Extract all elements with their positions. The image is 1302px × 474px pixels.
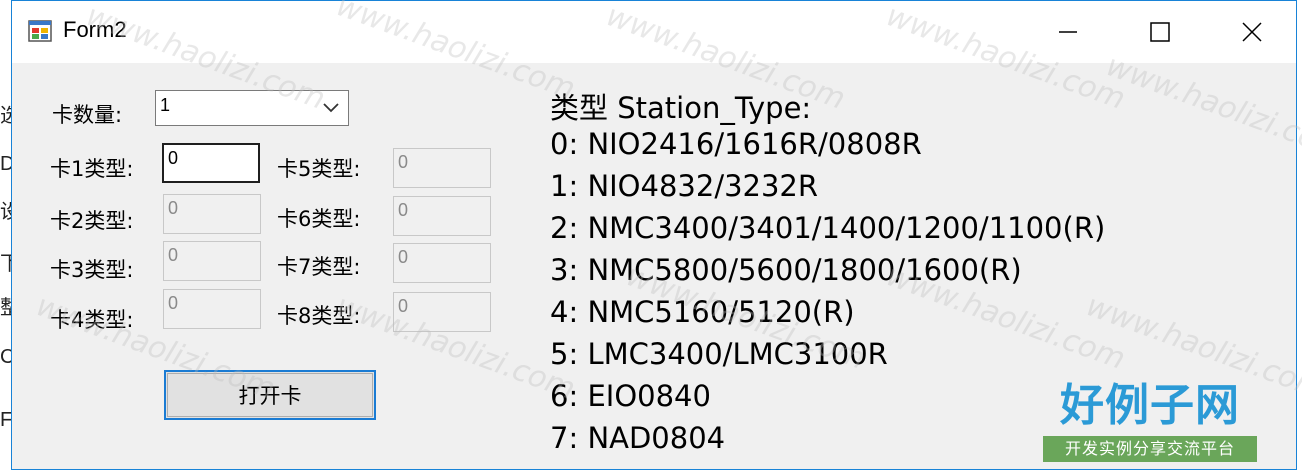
card1-type-input[interactable]: 0 xyxy=(162,143,260,183)
station-type-line: 1: NIO4832/3232R xyxy=(550,169,819,203)
app-form-icon xyxy=(28,20,52,42)
card6-type-input[interactable]: 0 xyxy=(393,196,491,236)
background-text-fragment: C xyxy=(0,346,11,368)
haolizi-logo: 好例子网 开发实例分享交流平台 xyxy=(1043,378,1257,466)
station-type-line: 6: EIO0840 xyxy=(550,379,711,413)
logo-sub-text: 开发实例分享交流平台 xyxy=(1043,436,1257,462)
card7-type-label: 卡7类型: xyxy=(277,255,361,279)
minimize-button[interactable] xyxy=(1022,1,1114,63)
card3-type-input[interactable]: 0 xyxy=(163,241,261,281)
close-icon xyxy=(1242,22,1262,42)
title-bar[interactable]: Form2 xyxy=(12,1,1296,63)
background-text-fragment: 下 xyxy=(0,253,11,275)
card-count-value: 1 xyxy=(160,95,171,115)
station-type-line: 2: NMC3400/3401/1400/1200/1100(R) xyxy=(550,211,1106,245)
card7-type-input[interactable]: 0 xyxy=(393,243,491,283)
card5-type-input[interactable]: 0 xyxy=(393,148,491,188)
background-text-fragment: F xyxy=(0,409,11,431)
maximize-icon xyxy=(1150,22,1170,42)
card8-type-label: 卡8类型: xyxy=(277,304,361,328)
station-type-line: 3: NMC5800/5600/1800/1600(R) xyxy=(550,253,1022,287)
station-type-line: 0: NIO2416/1616R/0808R xyxy=(550,127,922,161)
minimize-icon xyxy=(1059,31,1077,33)
maximize-button[interactable] xyxy=(1114,1,1206,63)
station-type-heading: 类型 Station_Type: xyxy=(550,91,812,125)
station-type-line: 4: NMC5160/5120(R) xyxy=(550,295,855,329)
card4-type-label: 卡4类型: xyxy=(50,308,134,332)
background-text-fragment: 选 xyxy=(0,105,11,127)
card2-type-input[interactable]: 0 xyxy=(163,194,261,234)
card3-type-label: 卡3类型: xyxy=(50,258,134,282)
background-text-fragment: 设 xyxy=(0,201,11,223)
background-text-fragment: 整 xyxy=(0,297,11,319)
card8-type-input[interactable]: 0 xyxy=(393,292,491,332)
card-count-label: 卡数量: xyxy=(52,103,123,127)
chevron-down-icon xyxy=(323,103,339,113)
card5-type-label: 卡5类型: xyxy=(277,157,361,181)
logo-main-text: 好例子网 xyxy=(1060,380,1240,431)
card-count-select[interactable]: 1 xyxy=(155,90,349,126)
card4-type-input[interactable]: 0 xyxy=(163,289,261,329)
card2-type-label: 卡2类型: xyxy=(50,209,134,233)
open-card-button[interactable]: 打开卡 xyxy=(164,370,376,420)
station-type-line: 7: NAD0804 xyxy=(550,421,726,455)
open-card-button-label: 打开卡 xyxy=(238,384,302,408)
background-text-fragment: D xyxy=(0,153,11,175)
station-type-line: 5: LMC3400/LMC3100R xyxy=(550,337,888,371)
card1-type-label: 卡1类型: xyxy=(50,157,134,181)
card6-type-label: 卡6类型: xyxy=(277,207,361,231)
window-title: Form2 xyxy=(63,17,127,42)
close-button[interactable] xyxy=(1206,1,1298,63)
